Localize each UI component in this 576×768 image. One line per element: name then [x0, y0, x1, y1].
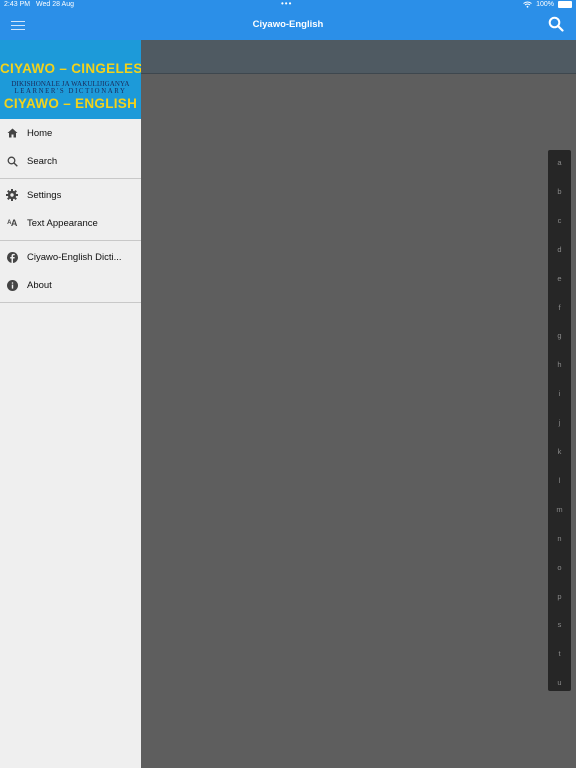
home-icon — [6, 127, 18, 139]
alphabet-letter-i[interactable]: i — [548, 389, 571, 398]
alphabet-letter-f[interactable]: f — [548, 303, 571, 312]
menu-item-facebook-page[interactable]: Ciyawo-English Dicti... — [0, 243, 141, 271]
info-icon — [6, 279, 18, 291]
menu-group-preferences: Settings AA Text Appearance — [0, 179, 141, 237]
alphabet-letter-n[interactable]: n — [548, 534, 571, 543]
side-drawer: CIYAWO – CINGELESI DIKISHONALE JA WAKULI… — [0, 40, 141, 768]
menu-label-facebook-page: Ciyawo-English Dicti... — [27, 251, 122, 263]
alphabet-letter-p[interactable]: p — [548, 592, 571, 601]
menu-group-info: Ciyawo-English Dicti... About — [0, 241, 141, 299]
alphabet-letter-d[interactable]: d — [548, 245, 571, 254]
menu-item-settings[interactable]: Settings — [0, 181, 141, 209]
wifi-icon — [523, 1, 532, 8]
search-icon — [548, 16, 564, 32]
alphabet-letter-j[interactable]: j — [548, 418, 571, 427]
alphabet-letter-b[interactable]: b — [548, 187, 571, 196]
alphabet-letter-m[interactable]: m — [548, 505, 571, 514]
banner-title-ciyawo-cingelesi: CIYAWO – CINGELESI — [0, 61, 141, 76]
menu-item-about[interactable]: About — [0, 271, 141, 299]
search-icon — [6, 155, 18, 167]
alphabet-letter-o[interactable]: o — [548, 563, 571, 572]
alphabet-index[interactable]: a b c d e f g h i j k l m n o p s t u — [548, 150, 571, 691]
banner-subtitle-yao: DIKISHONALE JA WAKULIJIGANYA — [11, 80, 130, 88]
alphabet-letter-e[interactable]: e — [548, 274, 571, 283]
menu-item-home[interactable]: Home — [0, 119, 141, 147]
alphabet-letter-u[interactable]: u — [548, 678, 571, 687]
menu-item-text-appearance[interactable]: AA Text Appearance — [0, 209, 141, 237]
search-button[interactable] — [548, 16, 564, 37]
banner-subtitle-english: LEARNER'S DICTIONARY — [14, 88, 127, 95]
content-header — [141, 40, 576, 74]
status-time: 2:43 PM — [4, 1, 31, 8]
alphabet-letter-l[interactable]: l — [548, 476, 571, 485]
multitask-dots-icon[interactable]: ••• — [281, 0, 292, 8]
battery-icon — [558, 1, 572, 8]
menu-label-about: About — [27, 279, 52, 291]
status-date: Wed 28 Aug — [36, 1, 75, 8]
battery-percent: 100% — [536, 1, 554, 8]
alphabet-letter-k[interactable]: k — [548, 447, 571, 456]
menu-label-search: Search — [27, 155, 58, 167]
banner-title-ciyawo-english: CIYAWO – ENGLISH — [3, 96, 138, 111]
dictionary-banner: CIYAWO – CINGELESI DIKISHONALE JA WAKULI… — [0, 40, 141, 119]
menu-label-text-appearance: Text Appearance — [27, 217, 98, 229]
menu-item-search[interactable]: Search — [0, 147, 141, 175]
alphabet-letter-t[interactable]: t — [548, 649, 571, 658]
menu-label-home: Home — [27, 127, 53, 139]
alphabet-letter-g[interactable]: g — [548, 331, 571, 340]
page-title: Ciyawo-English — [252, 19, 324, 30]
alphabet-letter-c[interactable]: c — [548, 216, 571, 225]
menu-divider — [0, 302, 141, 303]
facebook-icon — [6, 251, 18, 263]
top-bar: 2:43 PM Wed 28 Aug ••• 100% Ciyawo-Engli… — [0, 0, 576, 40]
text-size-icon: AA — [7, 218, 17, 228]
menu-group-navigation: Home Search — [0, 119, 141, 175]
alphabet-letter-h[interactable]: h — [548, 360, 571, 369]
gear-icon — [6, 189, 18, 201]
alphabet-letter-s[interactable]: s — [548, 620, 571, 629]
alphabet-letter-a[interactable]: a — [548, 158, 571, 167]
status-right: 100% — [523, 1, 572, 8]
menu-label-settings: Settings — [27, 189, 62, 201]
